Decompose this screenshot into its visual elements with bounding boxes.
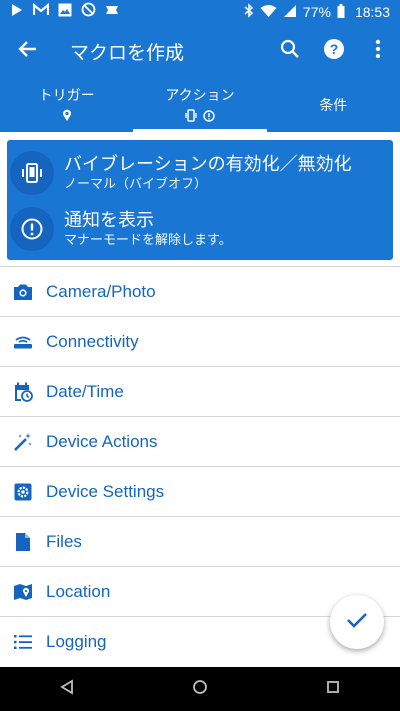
page-title: マクロを作成 (70, 42, 185, 64)
battery-icon (337, 3, 345, 21)
nav-back-button[interactable] (47, 669, 87, 709)
clock: 18:53 (354, 4, 390, 20)
back-triangle-icon (59, 678, 74, 700)
category-label: Location (46, 581, 111, 601)
tab-label: 条件 (319, 97, 348, 113)
category-camera-photo[interactable]: Camera/Photo (0, 266, 400, 316)
tab-triggers[interactable]: トリガー (0, 78, 133, 132)
battery-level: 77% (302, 4, 331, 20)
action-item-notification[interactable]: 通知を表示 マナーモードを解除します。 (7, 202, 393, 256)
search-icon (280, 39, 300, 64)
category-label: Connectivity (46, 331, 139, 351)
nav-home-button[interactable] (180, 669, 220, 709)
back-arrow-icon (18, 39, 38, 64)
back-button[interactable] (0, 24, 56, 78)
category-files[interactable]: Files (0, 516, 400, 566)
play-icon (10, 3, 24, 22)
map-location-icon (0, 582, 46, 602)
recents-square-icon (326, 680, 340, 699)
more-vert-icon (375, 39, 381, 64)
category-date-time[interactable]: Date/Time (0, 366, 400, 416)
category-device-actions[interactable]: Device Actions (0, 416, 400, 466)
category-label: Files (46, 531, 82, 551)
camera-icon (0, 283, 46, 301)
category-connectivity[interactable]: Connectivity (0, 316, 400, 366)
action-title: バイブレーションの有効化／無効化 (64, 154, 352, 174)
action-item-vibration[interactable]: バイブレーションの有効化／無効化 ノーマル（バイブオフ） (7, 146, 393, 200)
help-button[interactable]: ? (312, 24, 356, 78)
calendar-clock-icon (0, 382, 46, 402)
wifi-icon (260, 4, 277, 21)
connectivity-icon (0, 335, 46, 349)
alert-small-icon (203, 109, 215, 125)
category-device-settings[interactable]: Device Settings (0, 466, 400, 516)
more-options-button[interactable] (356, 24, 400, 78)
tab-conditions[interactable]: 条件 (267, 78, 400, 132)
action-subtitle: ノーマル（バイブオフ） (64, 176, 208, 191)
magic-wand-icon (0, 432, 46, 452)
trigger-location-icon (62, 109, 72, 125)
status-bar: 77% 18:53 (0, 0, 400, 24)
system-nav-bar (0, 667, 400, 711)
app-bar: マクロを作成 ? (0, 24, 400, 78)
svg-text:?: ? (330, 41, 339, 57)
category-label: Logging (46, 631, 107, 651)
search-button[interactable] (268, 24, 312, 78)
bluetooth-icon (244, 3, 254, 21)
signal-icon (283, 4, 297, 21)
do-not-disturb-icon (81, 2, 96, 22)
file-icon (0, 532, 46, 552)
category-label: Camera/Photo (46, 281, 156, 301)
tasker-icon (105, 3, 119, 22)
added-actions-panel: バイブレーションの有効化／無効化 ノーマル（バイブオフ） 通知を表示 マナーモー… (7, 140, 393, 260)
settings-gear-icon (0, 482, 46, 502)
action-title: 通知を表示 (64, 210, 154, 230)
confirm-fab-button[interactable] (330, 595, 384, 649)
list-icon (0, 634, 46, 650)
tab-label: トリガー (38, 87, 95, 103)
home-circle-icon (192, 679, 208, 700)
check-icon (346, 611, 368, 634)
help-icon: ? (323, 38, 345, 65)
image-icon (58, 3, 72, 22)
nav-recents-button[interactable] (313, 669, 353, 709)
vibrate-small-icon (185, 109, 197, 125)
vibrate-icon (10, 151, 54, 195)
gmail-icon (32, 2, 50, 22)
category-label: Date/Time (46, 381, 124, 401)
tab-bar: トリガー アクション 条件 (0, 78, 400, 132)
category-label: Device Actions (46, 431, 158, 451)
alert-circle-icon (10, 207, 54, 251)
action-subtitle: マナーモードを解除します。 (64, 232, 232, 247)
tab-label: アクション (165, 87, 235, 103)
category-label: Device Settings (46, 481, 165, 501)
tab-actions[interactable]: アクション (133, 78, 267, 132)
